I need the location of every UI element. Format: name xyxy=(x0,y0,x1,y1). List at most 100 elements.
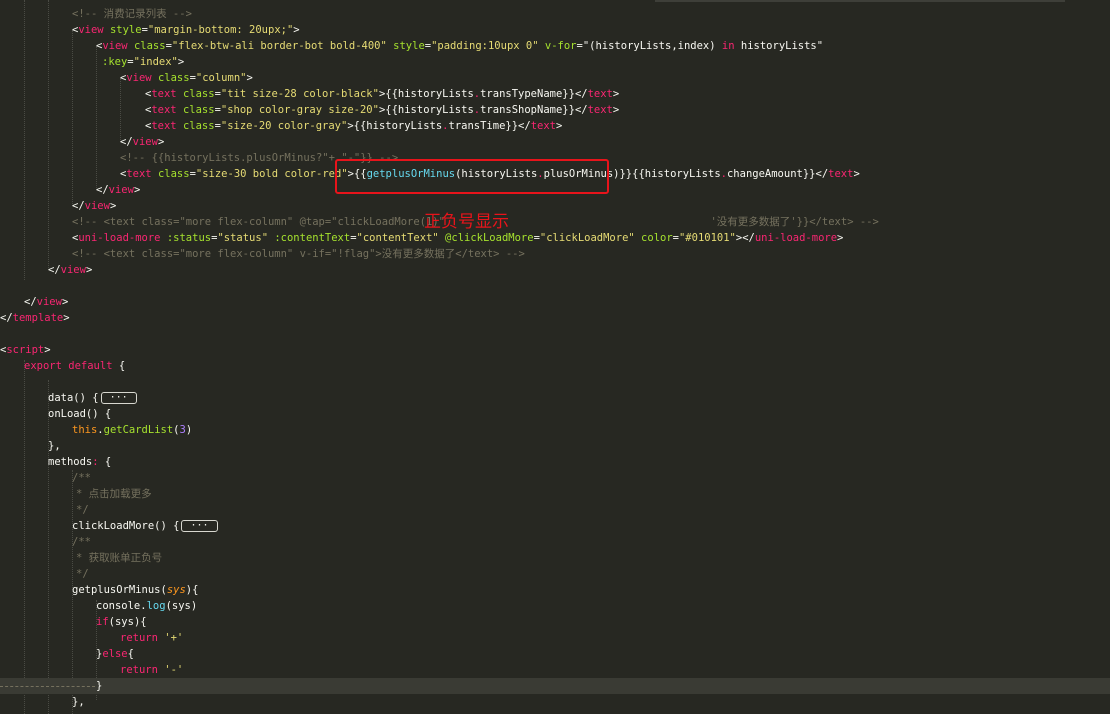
code-token: historyLists" xyxy=(734,40,824,52)
code-token: view xyxy=(60,264,86,276)
code-line[interactable]: /** xyxy=(0,534,1110,550)
code-token: view xyxy=(126,72,152,84)
code-token: (sys){ xyxy=(108,616,147,628)
code-token: /** xyxy=(72,536,91,548)
code-token: </ xyxy=(815,168,829,180)
code-line[interactable]: /** xyxy=(0,470,1110,486)
code-token: /** xyxy=(72,472,91,484)
annotation-highlight-box xyxy=(335,159,609,194)
code-token: text xyxy=(126,168,152,180)
code-token: > xyxy=(837,232,844,244)
code-token: uni-load-more xyxy=(78,232,161,244)
code-line[interactable]: */ xyxy=(0,566,1110,582)
code-line[interactable]: <uni-load-more :status="status" :content… xyxy=(0,230,1110,246)
code-token: * 获取账单正负号 xyxy=(76,552,163,564)
code-line[interactable]: </view> xyxy=(0,262,1110,278)
code-token: </ xyxy=(120,136,133,148)
code-token: view xyxy=(102,40,128,52)
code-line[interactable]: }else{ xyxy=(0,646,1110,662)
code-token: onLoad() { xyxy=(48,408,112,420)
code-line[interactable]: <script> xyxy=(0,342,1110,358)
code-token: sys xyxy=(166,584,186,596)
code-line[interactable]: </view> xyxy=(0,198,1110,214)
code-line[interactable]: if(sys){ xyxy=(0,614,1110,630)
code-token: > xyxy=(133,184,141,196)
code-line[interactable]: methods: { xyxy=(0,454,1110,470)
code-token: { xyxy=(98,456,112,468)
code-token: style xyxy=(393,40,425,52)
code-line[interactable]: <!-- <text class="more flex-column" v-if… xyxy=(0,246,1110,262)
code-line[interactable] xyxy=(0,374,1110,390)
code-token: </ xyxy=(518,120,531,132)
code-token: {{historyLists xyxy=(385,88,474,100)
code-line[interactable]: }, xyxy=(0,438,1110,454)
code-token: "size-30 bold color-red" xyxy=(195,168,348,180)
code-token: "tit size-28 color-black" xyxy=(220,88,379,100)
code-line[interactable]: * 点击加载更多 xyxy=(0,486,1110,502)
code-line[interactable] xyxy=(0,278,1110,294)
code-token: "(historyLists,index) xyxy=(582,40,722,52)
code-token: view xyxy=(36,296,62,308)
code-token: view xyxy=(84,200,110,212)
code-line[interactable]: <text class="shop color-gray size-20">{{… xyxy=(0,102,1110,118)
code-token: > xyxy=(109,200,117,212)
code-line[interactable]: return '+' xyxy=(0,630,1110,646)
code-line[interactable]: <text class="size-20 color-gray">{{histo… xyxy=(0,118,1110,134)
code-line[interactable]: :key="index"> xyxy=(0,54,1110,70)
code-line[interactable]: this.getCardList(3) xyxy=(0,422,1110,438)
code-token: class xyxy=(182,88,215,100)
code-token: text xyxy=(587,88,613,100)
code-token: '-' xyxy=(164,664,184,676)
code-token: :key xyxy=(102,56,128,68)
code-token: ></ xyxy=(735,232,755,244)
code-editor[interactable]: <!-- 消费记录列表 --> <view style="margin-botto… xyxy=(0,0,1110,714)
fold-badge[interactable]: ··· xyxy=(181,520,218,532)
code-token: </ xyxy=(0,312,13,324)
code-token: <!-- <text class="more flex-column" v-if… xyxy=(72,248,525,260)
code-token: text xyxy=(151,104,177,116)
code-line[interactable]: getplusOrMinus(sys){ xyxy=(0,582,1110,598)
code-line[interactable]: <view style="margin-bottom: 20upx;"> xyxy=(0,22,1110,38)
code-token: > xyxy=(246,72,253,84)
code-line[interactable]: onLoad() { xyxy=(0,406,1110,422)
code-token: */ xyxy=(76,504,89,516)
code-token: view xyxy=(78,24,104,36)
code-line[interactable]: data() {··· xyxy=(0,390,1110,406)
code-token: log xyxy=(146,600,166,612)
code-line[interactable]: <view class="column"> xyxy=(0,70,1110,86)
fold-badge[interactable]: ··· xyxy=(100,392,137,404)
code-token: view xyxy=(108,184,134,196)
code-token: class xyxy=(182,104,215,116)
code-line[interactable]: console.log(sys) xyxy=(0,598,1110,614)
code-line[interactable]: <!-- 消费记录列表 --> xyxy=(0,6,1110,22)
code-line[interactable]: <!-- <text class="more flex-column" @tap… xyxy=(0,214,1110,230)
current-line-marker xyxy=(0,686,95,687)
code-token: view xyxy=(132,136,158,148)
code-line[interactable]: export default { xyxy=(0,358,1110,374)
code-line[interactable]: } xyxy=(0,678,1110,694)
code-line[interactable]: clickLoadMore() {··· xyxy=(0,518,1110,534)
code-line[interactable] xyxy=(0,326,1110,342)
code-line[interactable]: }, xyxy=(0,694,1110,710)
code-line[interactable]: </view> xyxy=(0,134,1110,150)
code-line[interactable]: </view> xyxy=(0,294,1110,310)
code-token: </ xyxy=(72,200,85,212)
code-line[interactable]: <view class="flex-btw-ali border-bot bol… xyxy=(0,38,1110,54)
code-line[interactable]: </template> xyxy=(0,310,1110,326)
code-line[interactable]: * 获取账单正负号 xyxy=(0,550,1110,566)
code-token: text xyxy=(151,120,177,132)
code-token: }, xyxy=(48,440,61,452)
code-token: @clickLoadMore xyxy=(445,232,534,244)
code-token: text xyxy=(530,120,556,132)
code-token: <!-- 消费记录列表 --> xyxy=(72,8,192,20)
code-token: in xyxy=(721,40,735,52)
code-line[interactable]: return '-' xyxy=(0,662,1110,678)
code-token: > xyxy=(85,264,93,276)
code-token: "index" xyxy=(133,56,178,68)
code-line[interactable]: */ xyxy=(0,502,1110,518)
code-token: */ xyxy=(76,568,89,580)
code-token: template xyxy=(12,312,64,324)
code-token: "status" xyxy=(217,232,269,244)
code-token: > xyxy=(612,88,620,100)
code-line[interactable]: <text class="tit size-28 color-black">{{… xyxy=(0,86,1110,102)
